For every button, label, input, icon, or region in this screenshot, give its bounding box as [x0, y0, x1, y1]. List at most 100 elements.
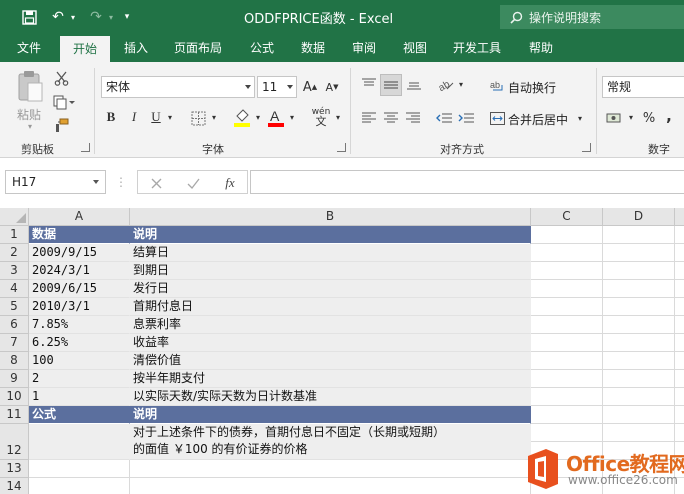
cell-a[interactable]: 2024/3/1	[29, 262, 130, 280]
name-box[interactable]: H17	[5, 170, 106, 194]
borders-icon[interactable]	[188, 108, 208, 128]
enter-icon[interactable]	[184, 174, 202, 192]
merge-center-button[interactable]: 合并后居中	[508, 111, 568, 128]
select-all-corner[interactable]	[0, 208, 29, 226]
cell-a[interactable]: 2009/6/15	[29, 280, 130, 298]
cell-a[interactable]	[29, 424, 130, 460]
merge-dropdown-icon[interactable]: ▾	[575, 113, 585, 123]
tab-file[interactable]: 文件	[17, 34, 41, 62]
tab-formulas[interactable]: 公式	[250, 34, 274, 62]
cell-a[interactable]: 2009/9/15	[29, 244, 130, 262]
cell-b[interactable]: 结算日	[130, 244, 531, 262]
row-header[interactable]: 11	[0, 406, 29, 424]
bottom-align-icon[interactable]	[404, 74, 424, 94]
paste-icon[interactable]	[14, 68, 46, 106]
tab-insert[interactable]: 插入	[124, 34, 148, 62]
paste-dropdown-icon[interactable]: ▾	[25, 122, 35, 131]
phonetic-dropdown-icon[interactable]: ▾	[333, 112, 343, 122]
cell-b[interactable]: 对于上述条件下的债券，首期付息日不固定（长期或短期） 的面值 ￥100 的有价证券…	[130, 424, 531, 460]
tab-data[interactable]: 数据	[301, 34, 325, 62]
wrap-text-button[interactable]: 自动换行	[508, 79, 556, 96]
copy-icon[interactable]	[52, 93, 76, 111]
vertical-dots-icon[interactable]: ⋮	[115, 174, 127, 190]
cell-a[interactable]: 公式	[29, 406, 130, 424]
row-header[interactable]: 2	[0, 244, 29, 262]
row-header[interactable]: 13	[0, 460, 29, 478]
italic-button[interactable]: I	[125, 107, 143, 127]
cell-b[interactable]: 以实际天数/实际天数为日计数基准	[130, 388, 531, 406]
undo-dropdown-icon[interactable]: ▾	[68, 0, 78, 34]
tab-page-layout[interactable]: 页面布局	[174, 34, 222, 62]
cancel-icon[interactable]	[147, 174, 165, 192]
font-size-combo[interactable]: 11	[257, 76, 297, 98]
align-right-icon[interactable]	[403, 108, 423, 128]
customize-qat-icon[interactable]: ▾	[120, 0, 134, 34]
column-header-d[interactable]: D	[603, 208, 675, 226]
cell-a[interactable]: 100	[29, 352, 130, 370]
wrap-text-icon[interactable]: ab	[489, 76, 505, 94]
merge-center-icon[interactable]	[488, 109, 506, 127]
tab-home[interactable]: 开始	[60, 36, 110, 62]
cell-a[interactable]: 2010/3/1	[29, 298, 130, 316]
accounting-dropdown-icon[interactable]: ▾	[626, 112, 636, 122]
row-header[interactable]: 3	[0, 262, 29, 280]
row-header[interactable]: 4	[0, 280, 29, 298]
decrease-indent-icon[interactable]	[434, 108, 454, 128]
column-header-a[interactable]: A	[29, 208, 130, 226]
cell-b[interactable]: 按半年期支付	[130, 370, 531, 388]
cell-b[interactable]	[130, 478, 531, 494]
cut-icon[interactable]	[52, 69, 70, 87]
row-header[interactable]: 1	[0, 226, 29, 244]
tell-me-search[interactable]: 操作说明搜索	[500, 5, 684, 29]
middle-align-icon[interactable]	[380, 74, 402, 96]
redo-dropdown-icon[interactable]: ▾	[106, 0, 116, 34]
decrease-font-size-icon[interactable]: A ▼	[323, 78, 341, 96]
row-header[interactable]: 9	[0, 370, 29, 388]
cell-b[interactable]: 说明	[130, 226, 531, 244]
borders-dropdown-icon[interactable]: ▾	[209, 112, 219, 122]
cell-b[interactable]	[130, 460, 531, 478]
tab-help[interactable]: 帮助	[529, 34, 553, 62]
number-format-combo[interactable]: 常规	[602, 76, 684, 98]
cell-b[interactable]: 息票利率	[130, 316, 531, 334]
alignment-launcher-icon[interactable]	[582, 143, 591, 152]
tab-developer[interactable]: 开发工具	[453, 34, 501, 62]
cell-a[interactable]: 7.85%	[29, 316, 130, 334]
undo-icon[interactable]: ↶	[48, 0, 68, 34]
font-color-dropdown-icon[interactable]: ▾	[287, 112, 297, 122]
align-left-icon[interactable]	[359, 108, 379, 128]
underline-button[interactable]: U	[147, 107, 165, 127]
cell-a[interactable]: 2	[29, 370, 130, 388]
cell-a[interactable]: 6.25%	[29, 334, 130, 352]
increase-indent-icon[interactable]	[456, 108, 476, 128]
cell-a[interactable]	[29, 478, 130, 494]
column-header-e-partial[interactable]	[675, 208, 684, 226]
tab-review[interactable]: 审阅	[352, 34, 376, 62]
phonetic-guide-icon[interactable]: wén 文	[309, 106, 333, 128]
row-header[interactable]: 8	[0, 352, 29, 370]
cell-b[interactable]: 说明	[130, 406, 531, 424]
row-header[interactable]: 14	[0, 478, 29, 494]
row-header[interactable]: 6	[0, 316, 29, 334]
underline-dropdown-icon[interactable]: ▾	[165, 112, 175, 122]
row-header[interactable]: 12	[0, 424, 29, 460]
cell-a[interactable]: 数据	[29, 226, 130, 244]
bold-button[interactable]: B	[102, 107, 120, 127]
cell-a[interactable]: 1	[29, 388, 130, 406]
percent-style-button[interactable]: %	[640, 108, 658, 128]
font-name-combo[interactable]: 宋体	[101, 76, 255, 98]
insert-function-icon[interactable]: fx	[220, 174, 240, 192]
orientation-dropdown-icon[interactable]: ▾	[456, 79, 466, 89]
clipboard-launcher-icon[interactable]	[81, 143, 90, 152]
cell-b[interactable]: 首期付息日	[130, 298, 531, 316]
fill-color-icon[interactable]	[232, 106, 252, 128]
format-painter-icon[interactable]	[52, 116, 70, 134]
comma-style-button[interactable]: ,	[662, 106, 676, 126]
align-center-icon[interactable]	[381, 108, 401, 128]
fill-color-dropdown-icon[interactable]: ▾	[253, 112, 263, 122]
row-header[interactable]: 10	[0, 388, 29, 406]
save-icon[interactable]	[14, 0, 44, 34]
cell-b[interactable]: 到期日	[130, 262, 531, 280]
formula-input[interactable]	[250, 170, 684, 194]
cell-b[interactable]: 收益率	[130, 334, 531, 352]
